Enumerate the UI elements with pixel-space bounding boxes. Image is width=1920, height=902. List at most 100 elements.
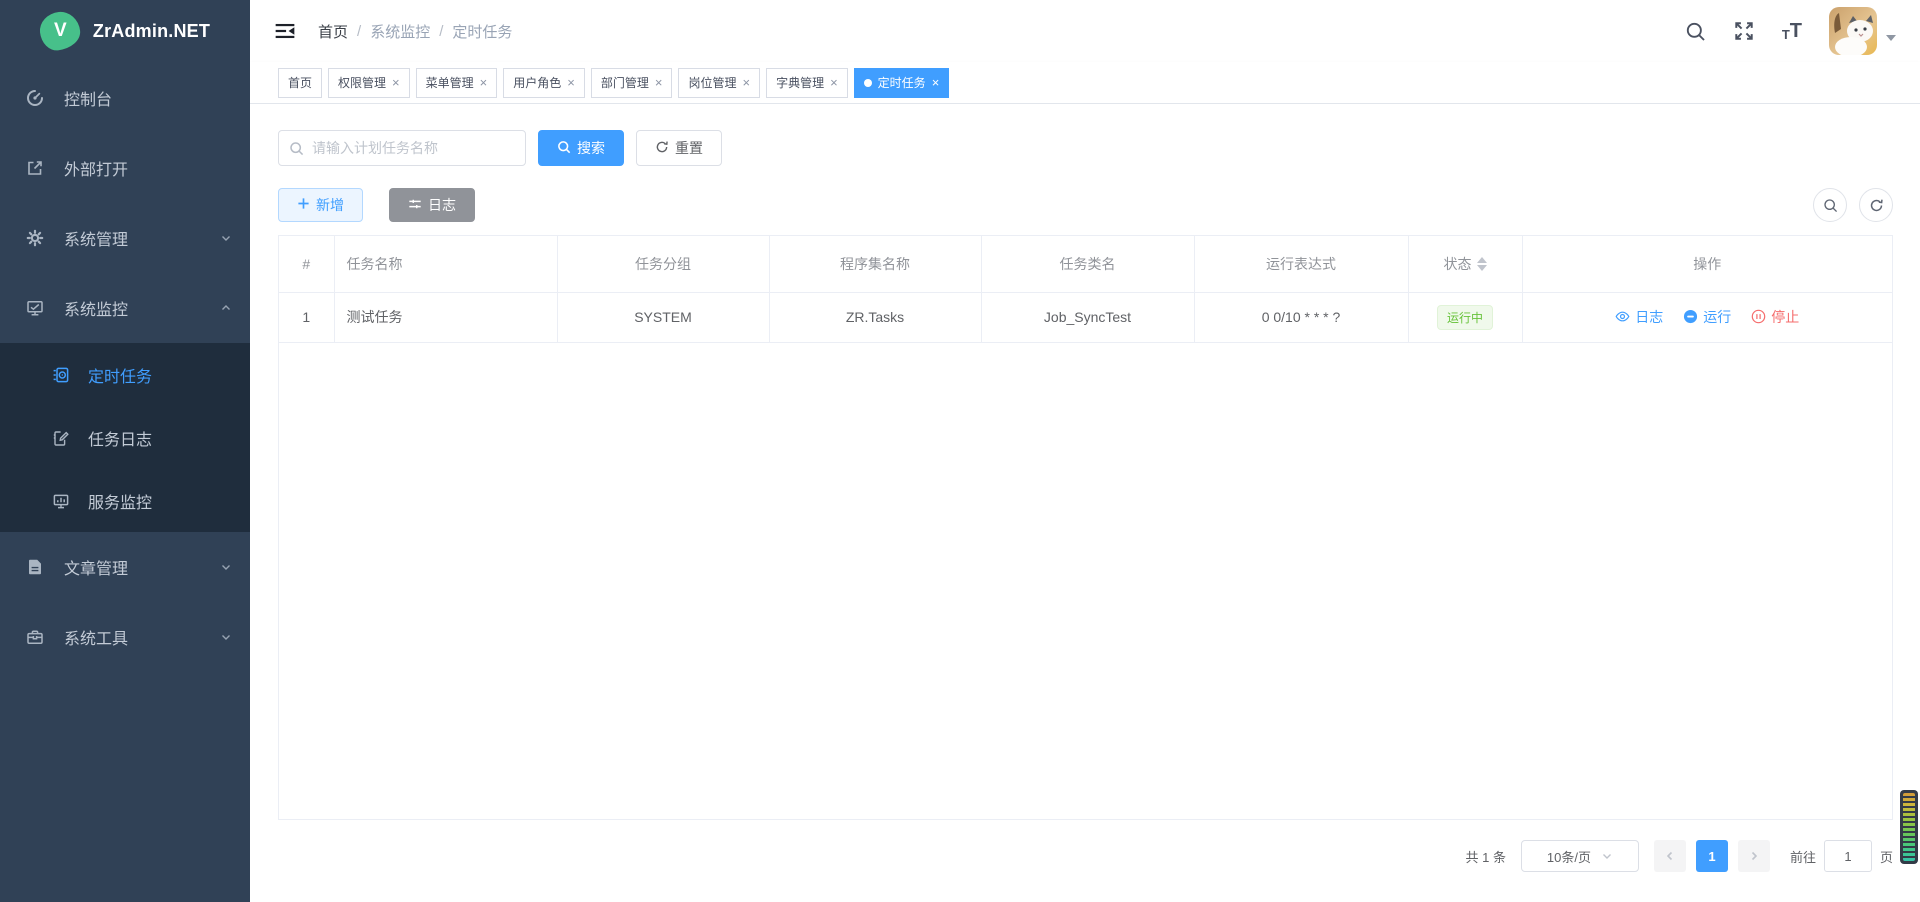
search-icon[interactable] xyxy=(1685,21,1706,42)
sidebar-item-external-open[interactable]: 外部打开 xyxy=(0,133,250,203)
close-icon[interactable]: × xyxy=(480,76,488,89)
tab-permission-management[interactable]: 权限管理 × xyxy=(328,68,410,98)
font-size-icon[interactable]: TT xyxy=(1782,21,1802,41)
show-search-button[interactable] xyxy=(1813,188,1847,222)
tab-home[interactable]: 首页 xyxy=(278,68,322,98)
cell-cron: 0 0/10 * * * ? xyxy=(1194,292,1408,342)
header-index: # xyxy=(279,236,334,292)
tab-user-roles[interactable]: 用户角色 × xyxy=(503,68,585,98)
cell-task-name: 测试任务 xyxy=(334,292,557,342)
sidebar-collapse-icon[interactable] xyxy=(274,20,296,42)
sidebar-item-label: 任务日志 xyxy=(88,426,152,450)
goto-page-input[interactable] xyxy=(1824,840,1872,872)
document-icon xyxy=(26,558,44,576)
sidebar-item-system-monitoring[interactable]: 系统监控 xyxy=(0,273,250,343)
refresh-table-button[interactable] xyxy=(1859,188,1893,222)
user-menu[interactable] xyxy=(1829,7,1896,55)
breadcrumb-separator: / xyxy=(439,23,443,40)
breadcrumb-separator: / xyxy=(357,23,361,40)
sidebar-item-console[interactable]: 控制台 xyxy=(0,63,250,133)
sidebar-item-label: 定时任务 xyxy=(88,363,152,387)
add-button[interactable]: 新增 xyxy=(278,188,363,222)
cell-assembly: ZR.Tasks xyxy=(769,292,981,342)
gear-icon xyxy=(26,229,44,247)
log-edit-icon xyxy=(52,429,70,447)
search-form: 搜索 重置 xyxy=(278,130,1893,166)
header-status[interactable]: 状态 xyxy=(1408,236,1522,292)
close-icon[interactable]: × xyxy=(567,76,575,89)
row-log-button[interactable]: 日志 xyxy=(1615,307,1663,327)
row-log-label: 日志 xyxy=(1635,307,1663,327)
log-button[interactable]: 日志 xyxy=(389,188,475,222)
sidebar-item-label: 控制台 xyxy=(64,86,112,110)
close-icon[interactable]: × xyxy=(655,76,663,89)
sidebar-item-label: 系统管理 xyxy=(64,226,128,250)
row-run-button[interactable]: 运行 xyxy=(1683,307,1731,327)
active-tab-dot xyxy=(864,79,872,87)
breadcrumb: 首页 / 系统监控 / 定时任务 xyxy=(318,21,512,42)
row-stop-button[interactable]: 停止 xyxy=(1751,307,1799,327)
external-link-icon xyxy=(26,159,44,177)
tab-dict-management[interactable]: 字典管理 × xyxy=(766,68,848,98)
caret-down-icon xyxy=(1886,35,1896,41)
toolbox-icon xyxy=(26,628,44,646)
breadcrumb-home[interactable]: 首页 xyxy=(318,21,348,42)
page-size-value: 10条/页 xyxy=(1547,847,1591,866)
sidebar-item-task-logs[interactable]: 任务日志 xyxy=(0,406,250,469)
prev-page-button[interactable] xyxy=(1654,840,1686,872)
close-icon[interactable]: × xyxy=(392,76,400,89)
table-tools xyxy=(1813,188,1893,222)
task-name-input-wrap xyxy=(278,130,526,166)
search-icon xyxy=(289,141,304,156)
timer-icon xyxy=(52,366,70,384)
goto-page: 前往 页 xyxy=(1790,840,1893,872)
sidebar-item-system-management[interactable]: 系统管理 xyxy=(0,203,250,273)
cell-actions: 日志 运行 xyxy=(1522,292,1892,342)
fullscreen-icon[interactable] xyxy=(1733,20,1755,42)
next-page-button[interactable] xyxy=(1738,840,1770,872)
search-icon xyxy=(557,140,571,157)
close-icon[interactable]: × xyxy=(830,76,838,89)
app-title: ZrAdmin.NET xyxy=(93,21,210,42)
breadcrumb-current: 定时任务 xyxy=(452,21,512,42)
monitor-check-icon xyxy=(26,299,44,317)
server-monitor-icon xyxy=(52,492,70,510)
sidebar-item-article-management[interactable]: 文章管理 xyxy=(0,532,250,602)
reset-button[interactable]: 重置 xyxy=(636,130,722,166)
sidebar-item-label: 文章管理 xyxy=(64,555,128,579)
pause-circle-icon xyxy=(1683,309,1698,324)
dashboard-icon xyxy=(26,89,44,107)
page-number-1[interactable]: 1 xyxy=(1696,840,1728,872)
sort-carets-icon[interactable] xyxy=(1477,257,1487,271)
close-icon[interactable]: × xyxy=(742,76,750,89)
table-row: 1 测试任务 SYSTEM ZR.Tasks Job_SyncTest 0 0/… xyxy=(279,292,1892,342)
avatar[interactable] xyxy=(1829,7,1877,55)
sidebar-item-label: 外部打开 xyxy=(64,156,128,180)
pagination: 共 1 条 10条/页 1 前往 页 xyxy=(278,840,1893,894)
header-status-label: 状态 xyxy=(1444,254,1472,274)
sidebar-item-scheduled-tasks[interactable]: 定时任务 xyxy=(0,343,250,406)
tab-post-management[interactable]: 岗位管理 × xyxy=(678,68,760,98)
sidebar-item-service-monitor[interactable]: 服务监控 xyxy=(0,469,250,532)
tab-label: 用户角色 xyxy=(513,74,561,91)
page-size-select[interactable]: 10条/页 xyxy=(1521,840,1639,872)
app-logo[interactable]: V ZrAdmin.NET xyxy=(0,0,250,62)
close-icon[interactable]: × xyxy=(932,76,940,89)
search-button[interactable]: 搜索 xyxy=(538,130,624,166)
sidebar-item-system-tools[interactable]: 系统工具 xyxy=(0,602,250,672)
chevron-up-icon xyxy=(220,302,232,314)
breadcrumb-system-monitoring: 系统监控 xyxy=(370,21,430,42)
tab-label: 权限管理 xyxy=(338,74,386,91)
stop-circle-icon xyxy=(1751,309,1766,324)
edge-scroll-widget[interactable] xyxy=(1900,790,1918,864)
tab-scheduled-tasks[interactable]: 定时任务 × xyxy=(854,68,950,98)
tab-label: 定时任务 xyxy=(878,74,926,91)
logo-icon: V xyxy=(38,10,82,52)
task-name-input[interactable] xyxy=(312,140,515,156)
tags-view-bar: 首页 权限管理 × 菜单管理 × 用户角色 × 部门管理 × 岗位管理 × 字典… xyxy=(250,62,1920,104)
log-button-label: 日志 xyxy=(428,195,456,215)
tab-department-management[interactable]: 部门管理 × xyxy=(591,68,673,98)
cell-index: 1 xyxy=(279,292,334,342)
page-content: 搜索 重置 新增 日志 xyxy=(250,104,1920,894)
tab-menu-management[interactable]: 菜单管理 × xyxy=(416,68,498,98)
